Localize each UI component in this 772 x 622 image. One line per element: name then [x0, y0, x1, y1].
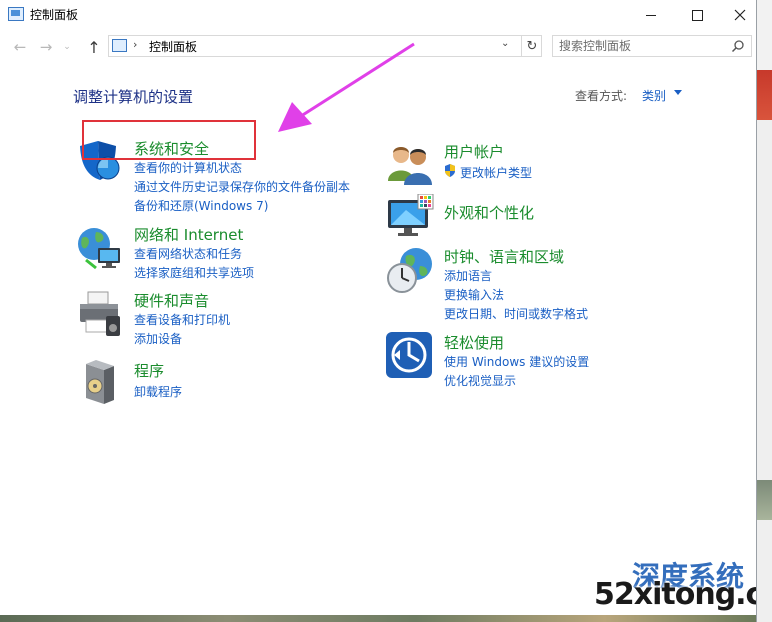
link-change-account-type[interactable]: 更改帐户类型 [460, 164, 532, 181]
network-globe-icon[interactable] [76, 224, 124, 272]
highlight-annotation-box [82, 120, 256, 160]
printer-icon[interactable] [76, 290, 124, 338]
page-title: 调整计算机的设置 [73, 88, 194, 106]
clock-globe-icon[interactable] [386, 246, 434, 294]
link-network-status[interactable]: 查看网络状态和任务 [134, 245, 242, 262]
view-by-dropdown[interactable]: 类别 [642, 87, 666, 104]
address-dropdown-icon[interactable]: ⌄ [501, 38, 509, 49]
category-title-clock-language-region[interactable]: 时钟、语言和区域 [444, 246, 564, 267]
link-view-computer-status[interactable]: 查看你的计算机状态 [134, 159, 242, 176]
category-title-appearance[interactable]: 外观和个性化 [444, 202, 534, 223]
appearance-monitor-icon[interactable] [386, 194, 434, 242]
link-uninstall-program[interactable]: 卸载程序 [134, 383, 182, 400]
link-homegroup-sharing[interactable]: 选择家庭组和共享选项 [134, 264, 254, 281]
forward-button[interactable]: → [36, 37, 56, 57]
view-by-caret-icon[interactable] [674, 90, 682, 95]
title-bar: 控制面板 [0, 0, 756, 30]
minimize-button[interactable] [628, 0, 674, 30]
desktop-background-strip [0, 615, 756, 622]
control-panel-icon [112, 39, 127, 52]
category-title-programs[interactable]: 程序 [134, 360, 164, 381]
maximize-button[interactable] [674, 0, 720, 30]
category-title-network-internet[interactable]: 网络和 Internet [134, 224, 243, 245]
link-optimize-visual-display[interactable]: 优化视觉显示 [444, 372, 516, 389]
user-accounts-icon[interactable] [386, 141, 434, 189]
background-window-edge [757, 0, 772, 622]
minimize-icon [646, 14, 656, 16]
control-panel-window: 控制面板 ← → ⌄ ↑ › 控制面板 ⌄ ↻ 调整计算机的设置 查看方式: 类… [0, 0, 757, 622]
search-box[interactable] [552, 35, 752, 57]
link-add-language[interactable]: 添加语言 [444, 267, 492, 284]
back-button[interactable]: ← [10, 37, 30, 57]
view-by-label: 查看方式: [575, 89, 628, 103]
up-button[interactable]: ↑ [84, 37, 104, 57]
search-icon[interactable] [731, 39, 745, 53]
watermark-url: 52xitong.com [594, 577, 756, 612]
category-title-user-accounts[interactable]: 用户帐户 [444, 141, 504, 162]
recent-locations-button[interactable]: ⌄ [60, 37, 74, 57]
search-input[interactable] [559, 38, 719, 54]
link-devices-printers[interactable]: 查看设备和打印机 [134, 311, 230, 328]
programs-icon[interactable] [76, 360, 124, 408]
link-add-device[interactable]: 添加设备 [134, 330, 182, 347]
uac-shield-icon [445, 164, 455, 177]
category-title-ease-of-access[interactable]: 轻松使用 [444, 332, 504, 353]
link-change-date-time-format[interactable]: 更改日期、时间或数字格式 [444, 305, 588, 322]
link-file-history-backup[interactable]: 通过文件历史记录保存你的文件备份副本 [134, 178, 350, 195]
close-icon [734, 9, 746, 21]
ease-of-access-icon[interactable] [386, 332, 434, 380]
link-backup-restore[interactable]: 备份和还原(Windows 7) [134, 197, 268, 214]
refresh-button[interactable]: ↻ [521, 36, 542, 56]
link-recommended-settings[interactable]: 使用 Windows 建议的设置 [444, 353, 589, 370]
annotation-arrow-icon [278, 42, 415, 132]
category-title-hardware-sound[interactable]: 硬件和声音 [134, 290, 209, 311]
link-change-input-method[interactable]: 更换输入法 [444, 286, 504, 303]
watermark: 深度系统 52xitong.com [562, 555, 756, 622]
maximize-icon [691, 9, 703, 21]
window-title: 控制面板 [30, 8, 79, 22]
control-panel-icon [8, 7, 24, 21]
close-button[interactable] [720, 0, 756, 30]
breadcrumb-separator-icon[interactable]: › [133, 38, 137, 51]
breadcrumb-control-panel[interactable]: 控制面板 [149, 38, 197, 55]
